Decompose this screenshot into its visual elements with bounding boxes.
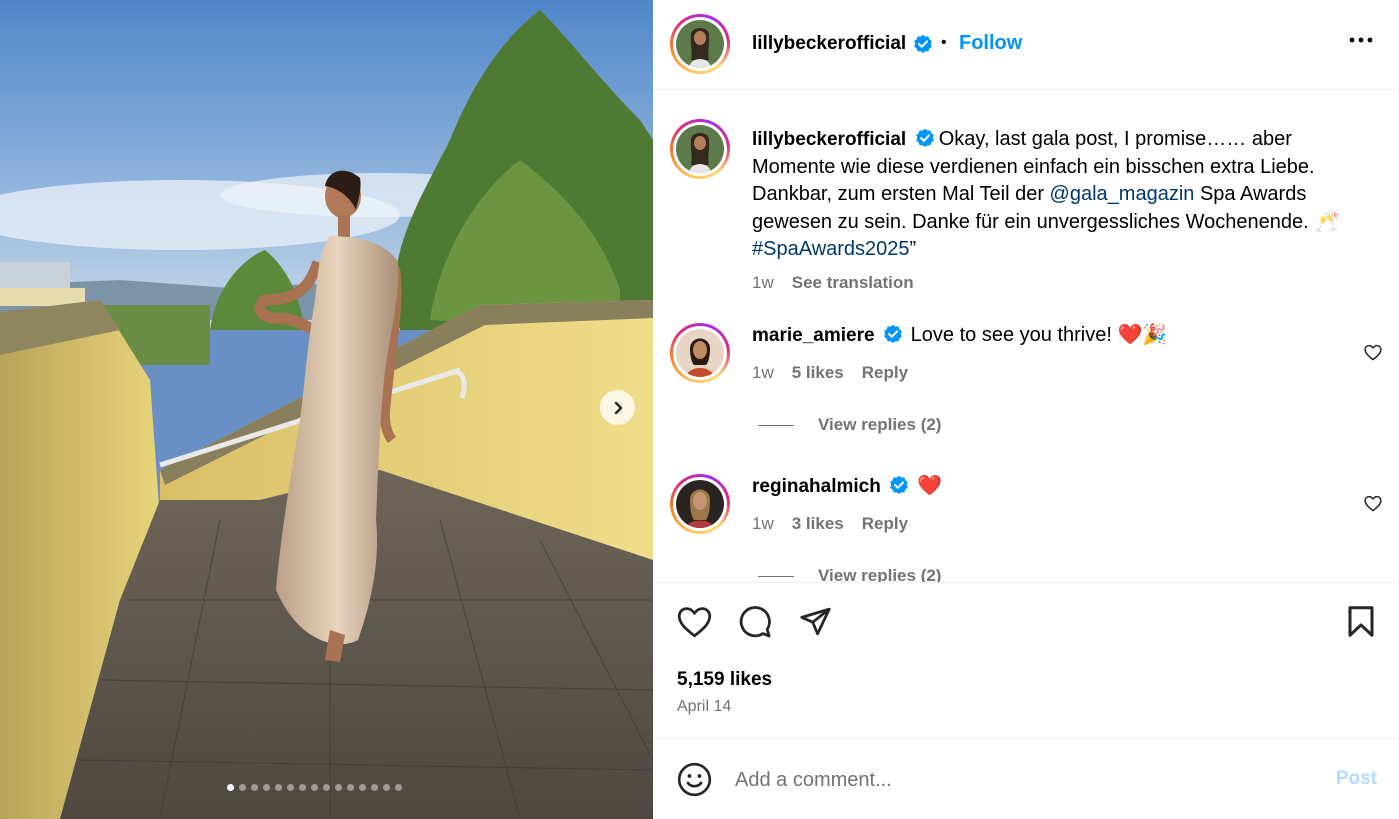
see-translation-button[interactable]: See translation (792, 273, 914, 293)
carousel-dot (239, 784, 246, 791)
view-replies-button[interactable]: View replies (2) (758, 415, 941, 435)
profile-photo (676, 480, 724, 528)
comment-likes[interactable]: 5 likes (792, 363, 844, 383)
comment-likes[interactable]: 3 likes (792, 514, 844, 534)
avatar[interactable] (670, 14, 730, 74)
caption-emoji: 🥂 (1314, 210, 1340, 233)
avatar[interactable] (670, 474, 730, 534)
comment-body: ❤️ (916, 475, 942, 497)
comment-text: marie_amiere Love to see you thrive! ❤️🎉 (752, 322, 1167, 350)
carousel-dot (371, 784, 378, 791)
divider-line (758, 575, 794, 577)
verified-badge-icon (890, 475, 909, 494)
comments-section[interactable]: lillybeckerofficial Okay, last gala post… (653, 91, 1399, 582)
profile-photo (676, 20, 724, 68)
carousel-dot (287, 784, 294, 791)
comment-time[interactable]: 1w (752, 363, 774, 383)
heart-icon[interactable] (1364, 495, 1382, 512)
post-author-username[interactable]: lillybeckerofficial (752, 33, 906, 55)
carousel-dot (227, 784, 234, 791)
verified-badge-icon (884, 324, 902, 343)
mention-link[interactable]: @gala_magazin (1050, 183, 1195, 205)
carousel-dot (263, 784, 270, 791)
post-photo (0, 0, 653, 819)
avatar[interactable] (670, 119, 730, 179)
comment-meta: 1w 3 likes Reply (752, 514, 908, 534)
carousel-dot (311, 784, 318, 791)
comment-text: reginahalmich ❤️ (752, 473, 942, 501)
carousel-dot (395, 784, 402, 791)
comment-username[interactable]: marie_amiere (752, 325, 875, 346)
post-media[interactable] (0, 0, 653, 819)
chevron-right-icon (614, 401, 622, 414)
view-replies-button[interactable]: View replies (2) (758, 566, 941, 582)
view-replies-label: View replies (2) (818, 566, 942, 582)
carousel-dot (359, 784, 366, 791)
follow-button[interactable]: Follow (959, 32, 1022, 55)
carousel-dot (323, 784, 330, 791)
share-icon[interactable] (799, 605, 832, 638)
carousel-dot (347, 784, 354, 791)
reply-button[interactable]: Reply (862, 363, 908, 383)
heart-icon[interactable] (1364, 344, 1382, 361)
verified-badge-icon (915, 128, 934, 147)
carousel-dot (335, 784, 342, 791)
carousel-dot (383, 784, 390, 791)
post-actions: 5,159 likes April 14 (653, 582, 1399, 738)
comment-time[interactable]: 1w (752, 514, 774, 534)
avatar[interactable] (670, 323, 730, 383)
profile-photo (676, 329, 724, 377)
heart-icon[interactable] (677, 606, 712, 638)
comment-username[interactable]: reginahalmich (752, 476, 881, 497)
carousel-dot (251, 784, 258, 791)
emoji-icon[interactable] (677, 762, 712, 797)
caption-meta: 1w See translation (752, 273, 914, 293)
post-header: lillybeckerofficial • Follow (653, 0, 1399, 90)
carousel-dot (299, 784, 306, 791)
divider-line (758, 424, 794, 426)
comment-input[interactable] (735, 763, 1295, 797)
view-replies-label: View replies (2) (818, 415, 942, 434)
post-details-panel: lillybeckerofficial • Follow lillybecker… (653, 0, 1399, 819)
comment-meta: 1w 5 likes Reply (752, 363, 908, 383)
reply-button[interactable]: Reply (862, 514, 908, 534)
comment-icon[interactable] (738, 605, 772, 639)
more-options-icon[interactable] (1349, 35, 1373, 45)
bookmark-icon[interactable] (1346, 605, 1376, 638)
post-comment-button[interactable]: Post (1336, 768, 1377, 790)
comment-composer: Post (653, 738, 1399, 819)
caption-end-quote: ” (909, 238, 917, 260)
post-date[interactable]: April 14 (677, 698, 731, 716)
next-slide-button[interactable] (600, 390, 635, 425)
carousel-indicators (0, 784, 653, 794)
separator-dot: • (941, 34, 947, 51)
hashtag-link[interactable]: #SpaAwards2025 (752, 238, 910, 260)
verified-badge-icon (914, 34, 932, 53)
comment-body: Love to see you thrive! ❤️🎉 (910, 324, 1168, 346)
carousel-dot (275, 784, 282, 791)
caption-username[interactable]: lillybeckerofficial (752, 129, 906, 150)
caption-time[interactable]: 1w (752, 273, 774, 293)
profile-photo (676, 125, 724, 173)
caption-text: lillybeckerofficial Okay, last gala post… (752, 126, 1362, 264)
likes-count[interactable]: 5,159 likes (677, 669, 772, 691)
